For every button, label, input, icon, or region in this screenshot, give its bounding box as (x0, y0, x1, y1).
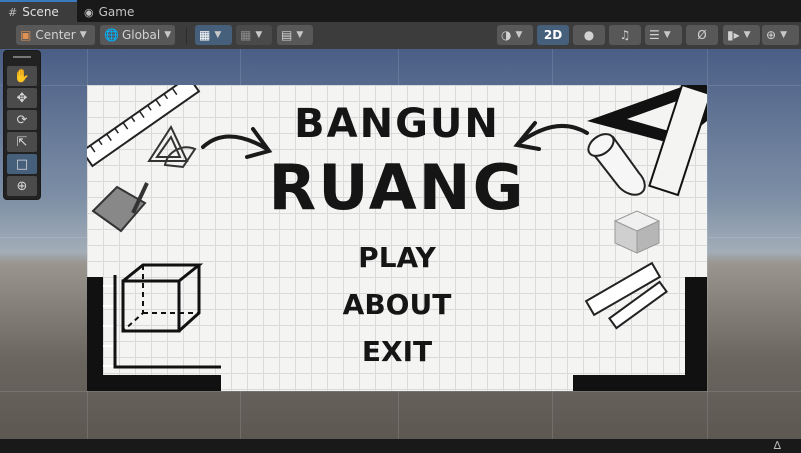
chevron-down-icon: ▼ (515, 30, 523, 40)
light-bulb-icon: ● (583, 28, 595, 42)
pivot-dropdown[interactable]: ▣ Center ▼ (16, 25, 95, 45)
effects-icon: ☰ (649, 28, 660, 42)
rect-transform-icon: □ (15, 156, 29, 172)
scene-toolbar: ▣ Center ▼ 🌐 Global ▼ ▦ ▼ ▦ ▼ ▤ ▼ ◑ ▼ 2D… (0, 22, 801, 50)
game-title-line1: BANGUN (294, 101, 500, 147)
play-button[interactable]: PLAY (87, 241, 707, 274)
draw-mode-dropdown[interactable]: ◑ ▼ (497, 25, 533, 45)
scale-tool-button[interactable]: ⇱ (7, 132, 37, 152)
snap-settings-button[interactable]: ▤ ▼ (277, 25, 313, 45)
chevron-down-icon: ▼ (214, 30, 222, 40)
gizmos-dropdown[interactable]: ⊕ ▼ (762, 25, 799, 45)
status-bar: ∆ (0, 439, 801, 453)
hand-icon: ✋ (13, 68, 31, 84)
scene-grid-line (0, 391, 801, 392)
toggle-2d-label: 2D (543, 28, 563, 42)
snap-settings-icon: ▤ (281, 28, 293, 42)
space-dropdown[interactable]: 🌐 Global ▼ (100, 25, 175, 45)
chevron-down-icon: ▼ (296, 30, 304, 40)
camera-icon: ▮▸ (727, 28, 740, 42)
shading-mode-icon: ◑ (501, 28, 512, 42)
scale-icon: ⇱ (16, 134, 28, 150)
camera-dropdown[interactable]: ▮▸ ▼ (723, 25, 760, 45)
exit-button[interactable]: EXIT (87, 335, 707, 368)
editor-tab-bar: # Scene ◉ Game (0, 0, 801, 22)
gizmo-globe-icon: ⊕ (766, 28, 777, 42)
effects-dropdown[interactable]: ☰ ▼ (645, 25, 682, 45)
chevron-down-icon: ▼ (743, 30, 751, 40)
audio-toggle[interactable]: ♫ (609, 25, 641, 45)
tab-game-label: Game (98, 5, 135, 19)
transform-tool-button[interactable]: ⊕ (7, 176, 37, 196)
set-square-icon (147, 124, 197, 169)
audio-mute-icon: ♫ (619, 28, 631, 42)
scene-viewport[interactable]: BANGUN RUANG PLAY ABOUT EXIT ✋ ✥ ⟳ ⇱ □ ⊕ (0, 49, 801, 439)
space-label: Global (121, 28, 161, 42)
chevron-down-icon: ▼ (79, 30, 87, 40)
chevron-down-icon: ▼ (663, 30, 671, 40)
game-canvas-image[interactable]: BANGUN RUANG PLAY ABOUT EXIT (87, 85, 707, 391)
hand-tool-button[interactable]: ✋ (7, 66, 37, 86)
scene-visibility-toggle[interactable]: Ø (686, 25, 718, 45)
chevron-down-icon: ▼ (255, 30, 263, 40)
chevron-down-icon: ▼ (780, 30, 787, 40)
cylinder-icon (587, 133, 646, 196)
rect-tool-button[interactable]: □ (7, 154, 37, 174)
toggle-2d-button[interactable]: 2D (537, 25, 569, 45)
rotate-icon: ⟳ (16, 112, 28, 128)
game-title-line2: RUANG (268, 151, 526, 224)
pivot-icon: ▣ (20, 28, 32, 42)
transform-icon: ⊕ (16, 178, 28, 194)
gamepad-icon: ◉ (84, 5, 94, 19)
grid-snap-toggle[interactable]: ▦ ▼ (195, 25, 232, 45)
globe-icon: 🌐 (104, 28, 119, 42)
tool-palette: ✋ ✥ ⟳ ⇱ □ ⊕ (3, 50, 41, 200)
about-button[interactable]: ABOUT (87, 288, 707, 321)
lock-icon[interactable]: ∆ (774, 439, 781, 452)
drafting-paper-icon (91, 182, 149, 233)
toolbar-divider (186, 28, 187, 44)
eye-hidden-icon: Ø (697, 28, 707, 42)
tab-scene-label: Scene (22, 5, 59, 19)
drag-handle[interactable] (13, 56, 31, 58)
move-icon: ✥ (16, 90, 28, 106)
rotate-tool-button[interactable]: ⟳ (7, 110, 37, 130)
scene-grid-line (707, 49, 708, 439)
pivot-label: Center (35, 28, 76, 42)
increment-snap-toggle[interactable]: ▦ ▼ (236, 25, 272, 45)
tab-scene[interactable]: # Scene (0, 0, 77, 22)
snap-increment-icon: ▦ (240, 28, 252, 42)
chevron-down-icon: ▼ (164, 30, 172, 40)
grid-snap-icon: ▦ (199, 28, 211, 42)
ruler-icon (87, 85, 201, 168)
grid-icon: # (8, 5, 18, 19)
move-tool-button[interactable]: ✥ (7, 88, 37, 108)
lighting-toggle[interactable]: ● (573, 25, 605, 45)
tab-game[interactable]: ◉ Game (84, 2, 148, 22)
